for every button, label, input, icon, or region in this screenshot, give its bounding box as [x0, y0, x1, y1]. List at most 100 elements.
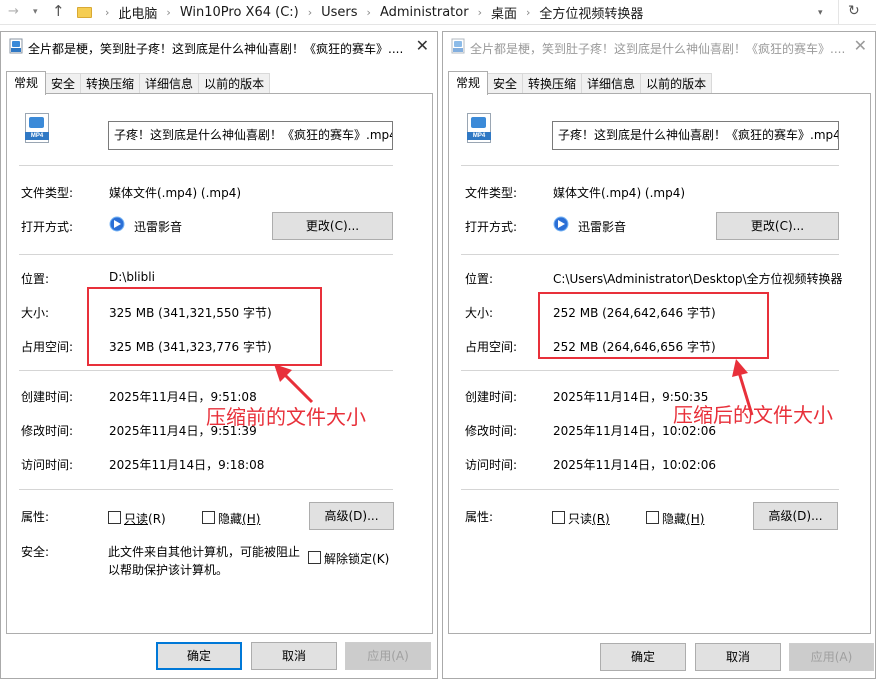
size-label: 大小: [21, 306, 50, 320]
created-label: 创建时间: [465, 390, 518, 404]
tab-general[interactable]: 常规 [448, 71, 489, 95]
address-divider [838, 0, 839, 24]
properties-dialog-right: 全片都是梗，笑到肚子疼！这到底是什么神仙喜剧！《疯狂的赛车》.... ✕ 常规 … [442, 31, 876, 679]
file-type-label: 文件类型: [465, 186, 518, 200]
file-type-value: 媒体文件(.mp4) (.mp4) [109, 186, 242, 200]
dialog-title: 全片都是梗，笑到肚子疼！这到底是什么神仙喜剧！《疯狂的赛车》.... [470, 42, 846, 56]
video-file-icon [9, 38, 23, 54]
tab-bar: 常规 安全 转换压缩 详细信息 以前的版本 [6, 71, 271, 95]
readonly-checkbox[interactable] [552, 511, 565, 524]
unblock-label: 解除锁定(K) [324, 552, 390, 566]
video-file-icon [451, 38, 465, 54]
hidden-checkbox[interactable] [646, 511, 659, 524]
dialog-titlebar: 全片都是梗，笑到肚子疼！这到底是什么神仙喜剧！《疯狂的赛车》.... ✕ [443, 32, 875, 62]
tab-security[interactable]: 安全 [487, 73, 524, 94]
attributes-label: 属性: [465, 510, 494, 524]
accessed-label: 访问时间: [21, 458, 74, 472]
tab-security[interactable]: 安全 [45, 73, 82, 94]
cancel-button[interactable]: 取消 [251, 642, 337, 670]
divider [461, 370, 839, 371]
refresh-icon[interactable]: ↻ [848, 3, 860, 19]
security-warning-line1: 此文件来自其他计算机，可能被阻止 [108, 545, 301, 559]
cancel-button[interactable]: 取消 [695, 643, 781, 671]
breadcrumb-separator-icon: › [477, 5, 482, 19]
readonly-label: 只读(R) [124, 512, 166, 526]
ok-button[interactable]: 确定 [156, 642, 242, 670]
advanced-button[interactable]: 高级(D)... [309, 502, 394, 530]
tab-details[interactable]: 详细信息 [581, 73, 642, 94]
mp4-file-icon: MP4 [467, 113, 491, 143]
close-icon[interactable]: ✕ [416, 36, 429, 55]
divider [19, 165, 393, 166]
recent-locations-chevron-icon[interactable]: ▾ [33, 7, 38, 17]
size-highlight-box [87, 287, 322, 366]
location-value: C:\Users\Administrator\Desktop\全方位视频转换器 [553, 272, 842, 286]
attributes-label: 属性: [21, 510, 50, 524]
divider [461, 165, 839, 166]
breadcrumb-separator-icon: › [105, 5, 110, 19]
divider [461, 254, 839, 255]
advanced-button[interactable]: 高级(D)... [753, 502, 838, 530]
apply-button[interactable]: 应用(A) [789, 643, 874, 671]
tab-previous-versions[interactable]: 以前的版本 [198, 73, 271, 94]
open-with-value: 迅雷影音 [134, 220, 183, 234]
accessed-label: 访问时间: [465, 458, 518, 472]
security-warning-line2: 以帮助保护该计算机。 [108, 563, 229, 577]
size-on-disk-label: 占用空间: [21, 340, 74, 354]
unblock-checkbox[interactable] [308, 551, 321, 564]
open-with-label: 打开方式: [21, 220, 74, 234]
change-button[interactable]: 更改(C)... [716, 212, 839, 240]
general-panel: MP4 子疼！这到底是什么神仙喜剧！《疯狂的赛车》.mp4 文件类型: 媒体文件… [448, 93, 871, 634]
tab-details[interactable]: 详细信息 [139, 73, 200, 94]
modified-label: 修改时间: [21, 424, 74, 438]
ok-button[interactable]: 确定 [600, 643, 686, 671]
breadcrumb-separator-icon: › [307, 5, 313, 19]
xunlei-player-icon [109, 216, 125, 232]
tab-bar: 常规 安全 转换压缩 详细信息 以前的版本 [448, 71, 713, 95]
breadcrumb-converter-folder[interactable]: 全方位视频转换器 [536, 3, 646, 22]
divider [461, 489, 839, 490]
filename-input[interactable]: 子疼！这到底是什么神仙喜剧！《疯狂的赛车》.mp4 [552, 121, 839, 150]
breadcrumb-desktop[interactable]: 桌面 [488, 3, 520, 22]
mp4-file-icon: MP4 [25, 113, 49, 143]
hidden-label: 隐藏(H) [662, 512, 705, 526]
tab-general[interactable]: 常规 [6, 71, 47, 95]
size-highlight-box [538, 292, 769, 359]
size-label: 大小: [465, 306, 494, 320]
annotation-text: 压缩后的文件大小 [673, 403, 833, 427]
apply-button[interactable]: 应用(A) [345, 642, 431, 670]
up-arrow-icon[interactable]: ↑ [52, 2, 65, 20]
location-label: 位置: [465, 272, 494, 286]
readonly-checkbox[interactable] [108, 511, 121, 524]
breadcrumb-administrator[interactable]: Administrator [377, 5, 472, 20]
hidden-label: 隐藏(H) [218, 512, 261, 526]
breadcrumb-drive[interactable]: Win10Pro X64 (C:) [177, 5, 302, 20]
dialog-title: 全片都是梗，笑到肚子疼！这到底是什么神仙喜剧！《疯狂的赛车》.... [28, 42, 404, 56]
filename-input[interactable]: 子疼！这到底是什么神仙喜剧！《疯狂的赛车》.mp4 [108, 121, 393, 150]
change-button[interactable]: 更改(C)... [272, 212, 393, 240]
tab-convert-compress[interactable]: 转换压缩 [80, 73, 141, 94]
file-type-label: 文件类型: [21, 186, 74, 200]
breadcrumb-this-pc[interactable]: 此电脑 [115, 3, 160, 22]
address-dropdown-chevron-icon[interactable]: ▾ [818, 8, 823, 18]
breadcrumb-separator-icon: › [526, 5, 531, 19]
modified-label: 修改时间: [465, 424, 518, 438]
open-with-label: 打开方式: [465, 220, 518, 234]
divider [19, 254, 393, 255]
annotation-text: 压缩前的文件大小 [206, 405, 366, 429]
back-arrow-icon[interactable]: → [8, 4, 19, 19]
tab-previous-versions[interactable]: 以前的版本 [640, 73, 713, 94]
breadcrumb-users[interactable]: Users [318, 5, 360, 20]
location-value: D:\blibli [109, 270, 155, 284]
close-icon[interactable]: ✕ [854, 36, 867, 55]
size-on-disk-label: 占用空间: [465, 340, 518, 354]
accessed-value: 2025年11月14日，9:18:08 [109, 458, 265, 472]
tab-convert-compress[interactable]: 转换压缩 [522, 73, 583, 94]
breadcrumb-separator-icon: › [366, 5, 371, 19]
readonly-label: 只读(R) [568, 512, 610, 526]
breadcrumb: › 此电脑 › Win10Pro X64 (C:) › Users › Admi… [99, 0, 646, 24]
properties-dialog-left: 全片都是梗，笑到肚子疼！这到底是什么神仙喜剧！《疯狂的赛车》.... ✕ 常规 … [0, 31, 438, 679]
created-label: 创建时间: [21, 390, 74, 404]
hidden-checkbox[interactable] [202, 511, 215, 524]
folder-icon [77, 5, 92, 18]
